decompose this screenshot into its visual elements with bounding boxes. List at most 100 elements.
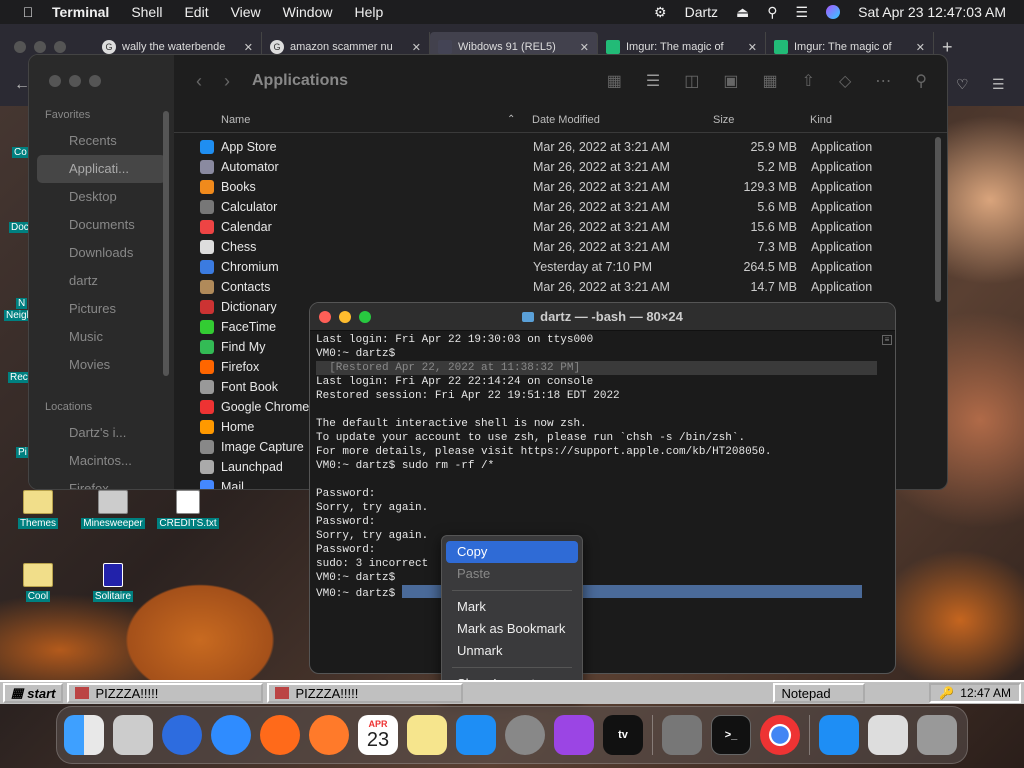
hamburger-menu-icon[interactable]: ☰ xyxy=(992,76,1005,93)
status-icon[interactable]: ⚙ xyxy=(654,4,667,21)
back-chevron-icon[interactable]: ‹ xyxy=(196,71,202,92)
more-icon[interactable]: ⋯ xyxy=(875,71,891,91)
desktop-icon-credits[interactable]: CREDITS.txt xyxy=(154,490,222,529)
search-icon[interactable]: ⚲ xyxy=(915,71,927,91)
forward-chevron-icon[interactable]: › xyxy=(224,71,230,92)
app-store-folder-icon[interactable] xyxy=(819,715,859,755)
sidebar-item-music[interactable]: Music xyxy=(29,323,174,351)
menu-item-mark[interactable]: Mark xyxy=(446,596,578,618)
eject-icon[interactable]: ⏏ xyxy=(736,4,749,21)
pocket-icon[interactable]: ♡ xyxy=(956,76,969,93)
sidebar-item-applications[interactable]: Applicati... xyxy=(37,155,166,183)
minimize-icon[interactable] xyxy=(34,41,46,53)
close-icon[interactable] xyxy=(49,75,61,87)
terminal-output[interactable]: Last login: Fri Apr 22 19:30:03 on ttys0… xyxy=(316,333,877,600)
sidebar-item-dartz[interactable]: dartz xyxy=(29,267,174,295)
file-row[interactable]: Contacts Mar 26, 2022 at 3:21 AM 14.7 MB Ap… xyxy=(184,277,933,297)
close-tab-icon[interactable]: ✕ xyxy=(916,41,925,54)
sidebar-item-location[interactable]: Macintos... xyxy=(29,447,174,475)
sort-chevron-icon[interactable]: ⌃ xyxy=(507,114,515,125)
tag-icon[interactable]: ◇ xyxy=(839,71,851,91)
share-icon[interactable]: ⇧ xyxy=(802,71,815,91)
menu-edit[interactable]: Edit xyxy=(184,4,208,20)
column-name[interactable]: Name xyxy=(221,114,250,126)
taskbar-button-pizzza[interactable]: PIZZZA!!!!! xyxy=(267,683,464,703)
column-size[interactable]: Size xyxy=(713,114,734,126)
menu-user[interactable]: Dartz xyxy=(685,4,718,20)
terminal-icon[interactable]: >_ xyxy=(711,715,751,755)
column-kind[interactable]: Kind xyxy=(810,114,832,126)
menu-item-mark-as-bookmark[interactable]: Mark as Bookmark xyxy=(446,618,578,640)
desktop-label-partial[interactable]: Co xyxy=(12,147,29,158)
document-icon[interactable] xyxy=(868,715,908,755)
file-row[interactable]: Calendar Mar 26, 2022 at 3:21 AM 15.6 MB Ap… xyxy=(184,217,933,237)
launchpad-icon[interactable] xyxy=(113,715,153,755)
firefox-nightly-icon[interactable] xyxy=(309,715,349,755)
sidebar-item-desktop[interactable]: Desktop xyxy=(29,183,174,211)
column-view-icon[interactable]: ◫ xyxy=(684,71,699,91)
taskbar-button-pizzza[interactable]: PIZZZA!!!!! xyxy=(67,683,264,703)
search-icon[interactable]: ⚲ xyxy=(767,4,777,21)
keychain-icon[interactable] xyxy=(662,715,702,755)
minimize-icon[interactable] xyxy=(69,75,81,87)
google-chrome-icon[interactable] xyxy=(760,715,800,755)
taskbar-button-notepad[interactable]: Notepad xyxy=(773,683,866,703)
sidebar-item-downloads[interactable]: Downloads xyxy=(29,239,174,267)
sidebar-item-recents[interactable]: Recents xyxy=(29,127,174,155)
trash-icon[interactable] xyxy=(917,715,957,755)
start-button[interactable]: ▦ start xyxy=(3,683,64,703)
control-center-icon[interactable]: ☰ xyxy=(796,4,809,21)
finder-icon[interactable] xyxy=(64,715,104,755)
sidebar-item-location[interactable]: Dartz's i... xyxy=(29,419,174,447)
zoom-icon[interactable] xyxy=(54,41,66,53)
close-tab-icon[interactable]: ✕ xyxy=(748,41,757,54)
desktop-icon-themes[interactable]: Themes xyxy=(12,490,64,529)
group-icon[interactable]: ▦ xyxy=(762,71,777,91)
column-date-modified[interactable]: Date Modified xyxy=(532,114,600,126)
zoom-icon[interactable] xyxy=(89,75,101,87)
menu-item-unmark[interactable]: Unmark xyxy=(446,640,578,662)
menu-clock[interactable]: Sat Apr 23 12:47:03 AM xyxy=(858,4,1006,20)
siri-icon[interactable] xyxy=(826,5,841,19)
app-store-icon[interactable] xyxy=(456,715,496,755)
apple-tv-icon[interactable]: tv xyxy=(603,715,643,755)
file-row[interactable]: Chromium Yesterday at 7:10 PM 264.5 MB Appl… xyxy=(184,257,933,277)
file-row[interactable]: Automator Mar 26, 2022 at 3:21 AM 5.2 MB Ap… xyxy=(184,157,933,177)
icon-view-icon[interactable]: ▦ xyxy=(607,71,622,91)
desktop-label-partial[interactable]: Rec xyxy=(8,372,30,383)
safari-icon[interactable] xyxy=(211,715,251,755)
apple-logo-icon[interactable]:  xyxy=(18,4,38,20)
menu-view[interactable]: View xyxy=(231,4,261,20)
sidebar-scrollbar[interactable] xyxy=(163,111,169,376)
close-tab-icon[interactable]: ✕ xyxy=(580,41,589,54)
calendar-icon[interactable]: APR 23 xyxy=(358,715,398,755)
file-row[interactable]: Calculator Mar 26, 2022 at 3:21 AM 5.6 MB A… xyxy=(184,197,933,217)
list-view-icon[interactable]: ☰ xyxy=(646,71,660,91)
taskbar-clock[interactable]: 🔑 12:47 AM xyxy=(929,683,1021,703)
desktop-icon-solitaire[interactable]: Solitaire xyxy=(88,563,138,602)
sidebar-item-pictures[interactable]: Pictures xyxy=(29,295,174,323)
file-row[interactable]: Books Mar 26, 2022 at 3:21 AM 129.3 MB Appl… xyxy=(184,177,933,197)
close-tab-icon[interactable]: ✕ xyxy=(412,41,421,54)
menu-app-terminal[interactable]: Terminal xyxy=(52,4,109,20)
desktop-label-partial[interactable]: Pi xyxy=(16,447,29,458)
close-icon[interactable] xyxy=(14,41,26,53)
firefox-icon[interactable] xyxy=(260,715,300,755)
chromium-icon[interactable] xyxy=(162,715,202,755)
menu-help[interactable]: Help xyxy=(354,4,383,20)
file-row[interactable]: Chess Mar 26, 2022 at 3:21 AM 7.3 MB Applic… xyxy=(184,237,933,257)
desktop-icon-minesweeper[interactable]: Minesweeper xyxy=(78,490,148,529)
finder-scrollbar[interactable] xyxy=(935,137,941,302)
gallery-view-icon[interactable]: ▣ xyxy=(723,71,738,91)
close-tab-icon[interactable]: ✕ xyxy=(244,41,253,54)
menu-shell[interactable]: Shell xyxy=(131,4,162,20)
file-row[interactable]: App Store Mar 26, 2022 at 3:21 AM 25.9 MB A… xyxy=(184,137,933,157)
sidebar-item-documents[interactable]: Documents xyxy=(29,211,174,239)
sidebar-item-location[interactable]: Firefox xyxy=(29,475,174,489)
desktop-icon-cool[interactable]: Cool xyxy=(12,563,64,602)
terminal-scroll-icon[interactable]: ≡ xyxy=(882,335,892,345)
sidebar-item-movies[interactable]: Movies xyxy=(29,351,174,379)
desktop-label-partial[interactable]: N xyxy=(16,298,28,309)
menu-item-copy[interactable]: Copy xyxy=(446,541,578,563)
system-preferences-icon[interactable] xyxy=(505,715,545,755)
